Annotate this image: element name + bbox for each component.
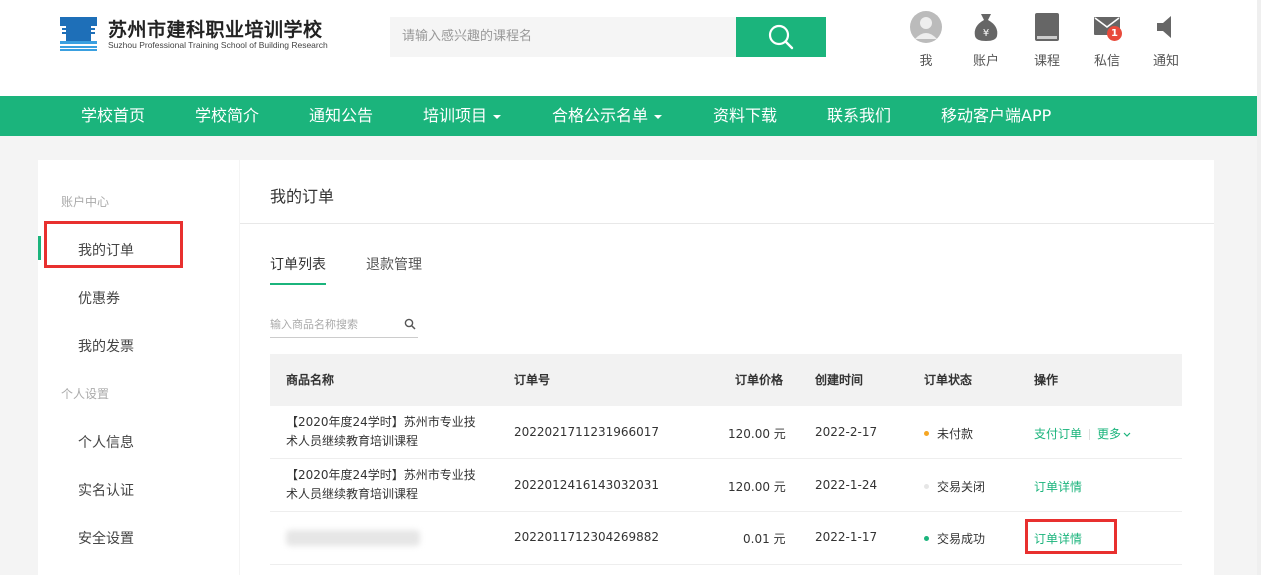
col-created: 创建时间 xyxy=(815,373,864,387)
tab-order-list[interactable]: 订单列表 xyxy=(270,254,326,274)
order-detail-link[interactable]: 订单详情 xyxy=(1034,532,1082,546)
redacted-product-name xyxy=(286,530,420,546)
nav-notifications[interactable]: 通知 xyxy=(1141,10,1191,69)
order-search-input[interactable]: 输入商品名称搜索 xyxy=(270,316,418,338)
caret-down-icon xyxy=(654,114,663,119)
svg-text:¥: ¥ xyxy=(983,28,989,39)
nav-courses-label: 课程 xyxy=(1033,54,1060,69)
separator xyxy=(1089,429,1091,440)
nav-account-label: 账户 xyxy=(972,54,999,69)
sidebar-group-account: 账户中心 xyxy=(61,195,110,209)
nav-notices[interactable]: 通知公告 xyxy=(309,96,373,136)
order-status: 未付款 xyxy=(924,425,973,442)
order-actions: 订单详情 xyxy=(1034,530,1082,547)
main-navigation: 学校首页 学校简介 通知公告 培训项目 合格公示名单 资料下载 联系我们 移动客… xyxy=(0,96,1257,136)
order-number: 2022021711231966017 xyxy=(514,425,660,439)
logo-subtitle: Suzhou Professional Training School of B… xyxy=(108,40,328,50)
school-logo[interactable]: 苏州市建科职业培训学校 Suzhou Professional Training… xyxy=(60,15,328,55)
order-actions: 支付订单 更多 xyxy=(1034,425,1131,442)
order-detail-link[interactable]: 订单详情 xyxy=(1034,480,1082,494)
divider xyxy=(240,223,1214,224)
order-number: 2022012416143032031 xyxy=(514,478,660,492)
order-status-text: 交易关闭 xyxy=(937,480,986,494)
sidebar-group-personal: 个人设置 xyxy=(61,387,110,401)
sidebar-active-indicator xyxy=(38,236,41,260)
nav-messages[interactable]: 1 私信 xyxy=(1082,10,1132,69)
course-search-input[interactable]: 请输入感兴趣的课程名 xyxy=(390,17,736,57)
order-actions: 订单详情 xyxy=(1034,478,1082,495)
sidebar-item-my-orders[interactable]: 我的订单 xyxy=(78,240,134,260)
product-name[interactable]: 【2020年度24学时】苏州市专业技术人员继续教育培训课程 xyxy=(286,466,486,504)
nav-about[interactable]: 学校简介 xyxy=(195,96,259,136)
product-name[interactable]: 【2020年度24学时】苏州市专业技术人员继续教育培训课程 xyxy=(286,413,486,451)
nav-account[interactable]: ¥ 账户 xyxy=(961,10,1011,69)
order-price: 120.00 元 xyxy=(728,480,786,494)
site-header: 苏州市建科职业培训学校 Suzhou Professional Training… xyxy=(0,0,1261,96)
chevron-down-icon xyxy=(1123,432,1131,437)
table-row: 【2020年度24学时】苏州市专业技术人员继续教育培训课程 2022021711… xyxy=(270,406,1182,459)
page-title: 我的订单 xyxy=(270,187,335,206)
nav-downloads[interactable]: 资料下载 xyxy=(713,96,777,136)
status-dot xyxy=(924,484,929,489)
book-icon xyxy=(1035,13,1059,41)
search-icon[interactable] xyxy=(404,318,416,330)
order-price: 120.00 元 xyxy=(728,427,786,441)
order-price: 0.01 元 xyxy=(743,532,786,546)
table-row: 【2020年度24学时】苏州市专业技术人员继续教育培训课程 2022012416… xyxy=(270,459,1182,512)
more-label: 更多 xyxy=(1097,427,1122,441)
nav-qualified-list-label: 合格公示名单 xyxy=(552,106,649,125)
nav-home[interactable]: 学校首页 xyxy=(81,96,145,136)
tab-active-underline xyxy=(270,283,326,285)
sidebar-item-invoices[interactable]: 我的发票 xyxy=(78,336,134,356)
unread-badge: 1 xyxy=(1107,26,1122,41)
nav-courses[interactable]: 课程 xyxy=(1022,10,1072,69)
page-scrollbar[interactable] xyxy=(1257,0,1261,575)
nav-training-projects-label: 培训项目 xyxy=(423,106,488,125)
more-dropdown[interactable]: 更多 xyxy=(1097,427,1131,441)
col-order-no: 订单号 xyxy=(514,373,551,387)
search-icon xyxy=(768,24,794,50)
nav-me-label: 我 xyxy=(919,54,933,69)
col-product-name: 商品名称 xyxy=(286,373,335,387)
nav-me[interactable]: 我 xyxy=(901,10,951,69)
order-date: 2022-2-17 xyxy=(815,425,878,439)
col-actions: 操作 xyxy=(1034,373,1059,387)
tab-refund-management[interactable]: 退款管理 xyxy=(366,254,422,274)
col-status: 订单状态 xyxy=(924,373,973,387)
pay-order-link[interactable]: 支付订单 xyxy=(1034,427,1082,441)
nav-notifications-label: 通知 xyxy=(1152,54,1179,69)
sidebar-item-coupons[interactable]: 优惠券 xyxy=(78,288,120,308)
status-dot xyxy=(924,431,929,436)
sidebar-item-profile[interactable]: 个人信息 xyxy=(78,432,134,452)
money-bag-icon: ¥ xyxy=(974,14,998,41)
speaker-icon xyxy=(1157,16,1171,38)
nav-contact[interactable]: 联系我们 xyxy=(827,96,891,136)
search-button[interactable] xyxy=(736,17,826,57)
sidebar-item-security[interactable]: 安全设置 xyxy=(78,528,134,548)
table-row: 2022011712304269882 0.01 元 2022-1-17 交易成… xyxy=(270,512,1182,565)
nav-mobile-app[interactable]: 移动客户端APP xyxy=(941,96,1051,136)
order-status-text: 未付款 xyxy=(937,427,974,441)
nav-training-projects[interactable]: 培训项目 xyxy=(423,96,502,136)
order-status: 交易关闭 xyxy=(924,478,985,495)
col-price: 订单价格 xyxy=(735,373,784,387)
avatar-icon xyxy=(910,11,942,43)
account-sidebar: 账户中心 我的订单 优惠券 我的发票 个人设置 个人信息 实名认证 安全设置 xyxy=(38,160,239,575)
nav-qualified-list[interactable]: 合格公示名单 xyxy=(552,96,663,136)
orders-panel: 我的订单 订单列表 退款管理 输入商品名称搜索 商品名称 订单号 订单价格 创建… xyxy=(240,160,1214,575)
nav-messages-label: 私信 xyxy=(1093,54,1120,69)
logo-mark-icon xyxy=(60,17,97,51)
order-date: 2022-1-24 xyxy=(815,478,878,492)
order-search-placeholder: 输入商品名称搜索 xyxy=(270,318,358,331)
sidebar-item-real-name[interactable]: 实名认证 xyxy=(78,480,134,500)
table-header: 商品名称 订单号 订单价格 创建时间 订单状态 操作 xyxy=(270,354,1182,406)
caret-down-icon xyxy=(493,114,502,119)
order-date: 2022-1-17 xyxy=(815,530,878,544)
order-status-text: 交易成功 xyxy=(937,532,986,546)
order-number: 2022011712304269882 xyxy=(514,530,660,544)
order-status: 交易成功 xyxy=(924,530,985,547)
status-dot xyxy=(924,536,929,541)
logo-title: 苏州市建科职业培训学校 xyxy=(108,19,323,41)
